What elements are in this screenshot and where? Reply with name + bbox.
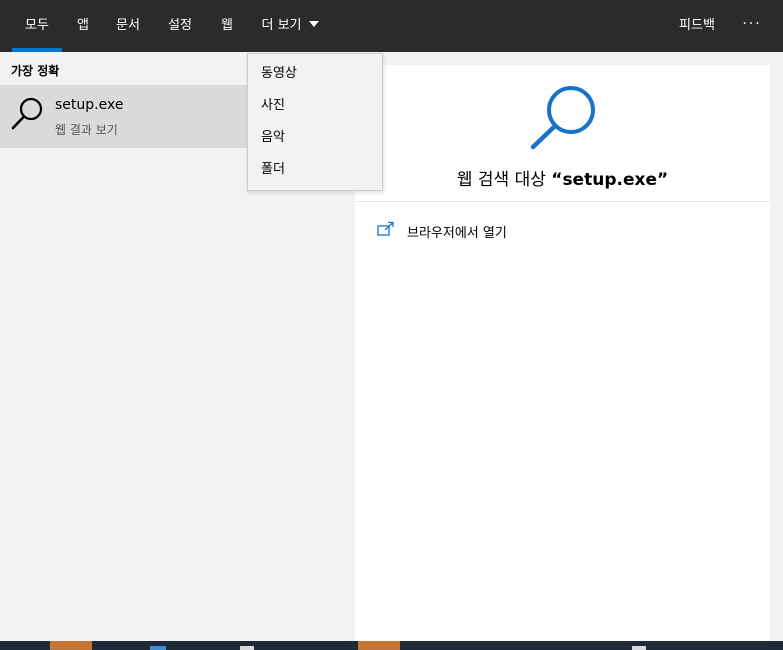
tab-apps[interactable]: 앱 bbox=[68, 0, 98, 52]
divider bbox=[355, 201, 770, 202]
menu-item-music[interactable]: 음악 bbox=[248, 123, 382, 153]
best-match-title: setup.exe bbox=[55, 97, 124, 113]
best-match-heading: 가장 정확 bbox=[11, 64, 60, 78]
search-filter-bar: 모두 앱 문서 설정 웹 더 보기 피드백 ··· bbox=[0, 0, 783, 52]
tab-documents[interactable]: 문서 bbox=[107, 0, 149, 52]
menu-item-videos[interactable]: 동영상 bbox=[248, 59, 382, 89]
web-search-icon bbox=[530, 86, 595, 150]
taskbar-icon[interactable] bbox=[632, 646, 646, 650]
tab-more[interactable]: 더 보기 bbox=[252, 0, 328, 52]
menu-item-photos[interactable]: 사진 bbox=[248, 91, 382, 121]
search-icon bbox=[11, 97, 43, 130]
tab-settings[interactable]: 설정 bbox=[159, 0, 201, 52]
web-search-prefix: 웹 검색 대상 bbox=[456, 170, 552, 190]
more-dropdown-menu: 동영상 사진 음악 폴더 bbox=[247, 53, 383, 191]
open-in-browser-button[interactable]: 브라우저에서 열기 bbox=[377, 218, 577, 244]
open-in-browser-label: 브라우저에서 열기 bbox=[407, 226, 507, 241]
web-search-query: “setup.exe” bbox=[551, 170, 669, 190]
open-in-new-window-icon bbox=[377, 221, 394, 236]
taskbar bbox=[0, 641, 783, 650]
taskbar-icon[interactable] bbox=[150, 646, 166, 650]
feedback-button[interactable]: 피드백 bbox=[670, 0, 724, 52]
taskbar-icon[interactable] bbox=[240, 646, 254, 650]
menu-item-folders[interactable]: 폴더 bbox=[248, 155, 382, 185]
tab-more-label: 더 보기 bbox=[261, 18, 302, 33]
taskbar-app-button[interactable] bbox=[50, 641, 92, 650]
tab-all[interactable]: 모두 bbox=[12, 0, 62, 52]
chevron-down-icon bbox=[308, 21, 319, 27]
best-match-subtitle: 웹 결과 보기 bbox=[55, 123, 118, 137]
tab-web[interactable]: 웹 bbox=[212, 0, 242, 52]
web-search-heading: 웹 검색 대상 “setup.exe” bbox=[355, 165, 770, 190]
more-options-icon[interactable]: ··· bbox=[740, 16, 764, 36]
taskbar-app-button[interactable] bbox=[358, 641, 400, 650]
